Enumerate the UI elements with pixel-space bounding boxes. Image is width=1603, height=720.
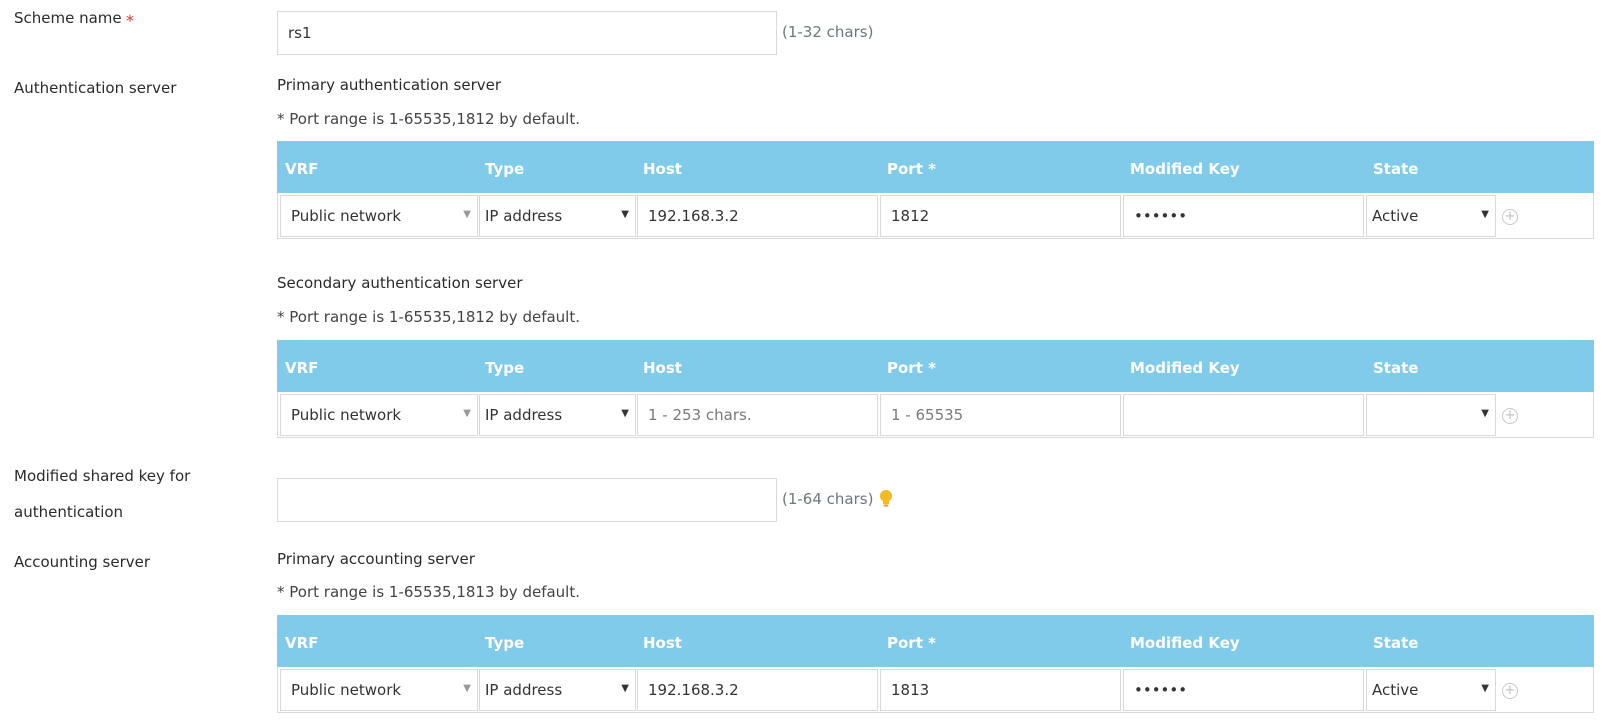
plus-circle-icon[interactable]: + bbox=[1502, 209, 1518, 225]
table-header: VRF Type Host Port * Modified Key State bbox=[277, 141, 1594, 193]
host-input[interactable]: 192.168.3.2 bbox=[637, 669, 878, 711]
caret-down-icon: ▼ bbox=[1481, 408, 1489, 419]
col-host: Host bbox=[643, 359, 682, 377]
required-mark: * bbox=[126, 11, 134, 30]
type-select[interactable]: IP address ▼ bbox=[479, 394, 636, 436]
state-select[interactable]: ▼ bbox=[1366, 394, 1496, 436]
caret-down-icon: ▼ bbox=[1481, 209, 1489, 220]
caret-down-icon: ▼ bbox=[621, 408, 629, 419]
caret-down-icon: ▼ bbox=[463, 683, 471, 694]
primary-acct-table: VRF Type Host Port * Modified Key State … bbox=[277, 615, 1594, 715]
plus-circle-icon[interactable]: + bbox=[1502, 408, 1518, 424]
col-host: Host bbox=[643, 160, 682, 178]
shared-key-label-cont: authentication bbox=[14, 503, 124, 521]
vrf-value: Public network bbox=[291, 681, 402, 699]
table-row: Public network ▼ IP address ▼ 192.168.3.… bbox=[277, 193, 1594, 239]
primary-acct-note: * Port range is 1-65535,1813 by default. bbox=[277, 583, 581, 601]
caret-down-icon: ▼ bbox=[463, 408, 471, 419]
port-input[interactable]: 1812 bbox=[880, 195, 1121, 237]
type-value: IP address bbox=[485, 681, 563, 699]
type-select[interactable]: IP address ▼ bbox=[479, 669, 636, 711]
type-select[interactable]: IP address ▼ bbox=[479, 195, 636, 237]
primary-auth-table: VRF Type Host Port * Modified Key State … bbox=[277, 141, 1594, 241]
port-input[interactable]: 1 - 65535 bbox=[880, 394, 1121, 436]
col-modified-key: Modified Key bbox=[1130, 359, 1240, 377]
col-port: Port * bbox=[887, 634, 936, 652]
type-value: IP address bbox=[485, 207, 563, 225]
caret-down-icon: ▼ bbox=[621, 683, 629, 694]
authentication-server-label: Authentication server bbox=[14, 79, 177, 97]
col-port: Port * bbox=[887, 359, 936, 377]
accounting-server-label: Accounting server bbox=[14, 553, 151, 571]
state-value: Active bbox=[1372, 681, 1419, 699]
vrf-select[interactable]: Public network ▼ bbox=[280, 195, 478, 237]
col-type: Type bbox=[485, 634, 525, 652]
scheme-name-hint: (1-32 chars) bbox=[782, 23, 874, 41]
modified-key-input[interactable] bbox=[1123, 394, 1364, 436]
col-vrf: VRF bbox=[285, 359, 319, 377]
secondary-auth-table: VRF Type Host Port * Modified Key State … bbox=[277, 340, 1594, 440]
col-port: Port * bbox=[887, 160, 936, 178]
primary-acct-title: Primary accounting server bbox=[277, 550, 475, 568]
vrf-value: Public network bbox=[291, 406, 402, 424]
host-input[interactable]: 192.168.3.2 bbox=[637, 195, 878, 237]
col-modified-key: Modified Key bbox=[1130, 160, 1240, 178]
type-value: IP address bbox=[485, 406, 563, 424]
state-value: Active bbox=[1372, 207, 1419, 225]
caret-down-icon: ▼ bbox=[463, 209, 471, 220]
host-input[interactable]: 1 - 253 chars. bbox=[637, 394, 878, 436]
shared-key-hint: (1-64 chars) bbox=[782, 490, 874, 508]
state-select[interactable]: Active ▼ bbox=[1366, 669, 1496, 711]
col-host: Host bbox=[643, 634, 682, 652]
modified-key-input[interactable]: •••••• bbox=[1123, 669, 1364, 711]
scheme-name-input[interactable]: rs1 bbox=[277, 11, 777, 55]
vrf-value: Public network bbox=[291, 207, 402, 225]
col-state: State bbox=[1373, 634, 1419, 652]
secondary-auth-note: * Port range is 1-65535,1812 by default. bbox=[277, 308, 581, 326]
caret-down-icon: ▼ bbox=[621, 209, 629, 220]
shared-key-input[interactable] bbox=[277, 478, 777, 522]
shared-key-label: Modified shared key for bbox=[14, 467, 191, 485]
modified-key-input[interactable]: •••••• bbox=[1123, 195, 1364, 237]
col-state: State bbox=[1373, 160, 1419, 178]
secondary-auth-title: Secondary authentication server bbox=[277, 274, 523, 292]
primary-auth-title: Primary authentication server bbox=[277, 76, 502, 94]
state-select[interactable]: Active ▼ bbox=[1366, 195, 1496, 237]
plus-circle-icon[interactable]: + bbox=[1502, 683, 1518, 699]
col-type: Type bbox=[485, 359, 525, 377]
col-vrf: VRF bbox=[285, 160, 319, 178]
table-header: VRF Type Host Port * Modified Key State bbox=[277, 615, 1594, 667]
scheme-name-label: Scheme name bbox=[14, 9, 122, 27]
lightbulb-icon[interactable] bbox=[879, 489, 893, 509]
primary-auth-note: * Port range is 1-65535,1812 by default. bbox=[277, 110, 581, 128]
table-row: Public network ▼ IP address ▼ 1 - 253 ch… bbox=[277, 392, 1594, 438]
port-input[interactable]: 1813 bbox=[880, 669, 1121, 711]
col-type: Type bbox=[485, 160, 525, 178]
caret-down-icon: ▼ bbox=[1481, 683, 1489, 694]
vrf-select[interactable]: Public network ▼ bbox=[280, 394, 478, 436]
col-state: State bbox=[1373, 359, 1419, 377]
col-modified-key: Modified Key bbox=[1130, 634, 1240, 652]
vrf-select[interactable]: Public network ▼ bbox=[280, 669, 478, 711]
table-row: Public network ▼ IP address ▼ 192.168.3.… bbox=[277, 667, 1594, 713]
table-header: VRF Type Host Port * Modified Key State bbox=[277, 340, 1594, 392]
col-vrf: VRF bbox=[285, 634, 319, 652]
